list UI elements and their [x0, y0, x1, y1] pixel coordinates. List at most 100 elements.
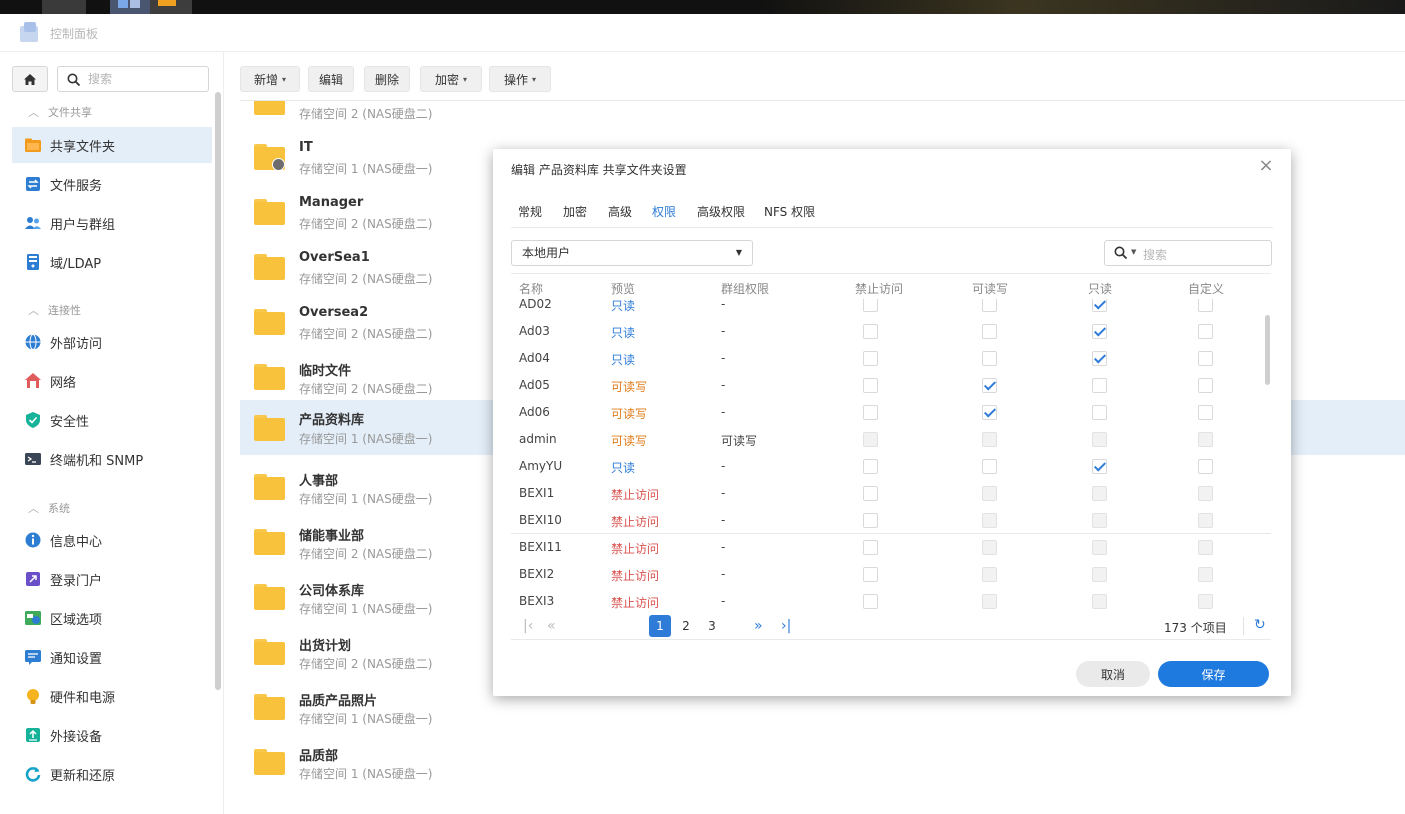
tab-general[interactable]: 常规: [518, 203, 542, 220]
custom-checkbox[interactable]: [1198, 459, 1213, 474]
col-read-only[interactable]: 只读: [1088, 280, 1112, 297]
read-only-checkbox[interactable]: [1092, 324, 1107, 339]
read-write-checkbox[interactable]: [982, 378, 997, 393]
tab-permissions[interactable]: 权限: [652, 203, 676, 220]
no-access-checkbox[interactable]: [863, 405, 878, 420]
section-connectivity[interactable]: ︿ 连接性: [28, 302, 81, 318]
save-button[interactable]: 保存: [1158, 661, 1269, 687]
custom-checkbox[interactable]: [1198, 540, 1213, 555]
sidebar-item-update-restore[interactable]: 更新和还原: [12, 756, 212, 792]
no-access-checkbox[interactable]: [863, 540, 878, 555]
folder-row[interactable]: 存储空间 2 (NAS硬盘二): [240, 101, 1405, 130]
custom-checkbox[interactable]: [1198, 432, 1213, 447]
col-read-write[interactable]: 可读写: [972, 280, 1008, 297]
sidebar-item-external-access[interactable]: 外部访问: [12, 324, 212, 360]
read-only-checkbox[interactable]: [1092, 459, 1107, 474]
edit-button[interactable]: 编辑: [308, 66, 354, 92]
prev-page-icon[interactable]: «: [547, 615, 556, 637]
read-write-checkbox[interactable]: [982, 299, 997, 312]
custom-checkbox[interactable]: [1198, 324, 1213, 339]
no-access-checkbox[interactable]: [863, 324, 878, 339]
no-access-checkbox[interactable]: [863, 594, 878, 609]
col-name[interactable]: 名称: [519, 280, 543, 297]
last-page-icon[interactable]: ›|: [781, 615, 791, 637]
read-write-checkbox[interactable]: [982, 405, 997, 420]
tab-nfs-permissions[interactable]: NFS 权限: [764, 203, 815, 220]
no-access-checkbox[interactable]: [863, 351, 878, 366]
taskbar-app-grid-icon[interactable]: [42, 0, 86, 14]
sidebar-search[interactable]: [57, 66, 209, 92]
read-only-checkbox[interactable]: [1092, 405, 1107, 420]
no-access-checkbox[interactable]: [863, 459, 878, 474]
permission-search[interactable]: ▼ 搜索: [1104, 240, 1272, 266]
no-access-checkbox[interactable]: [863, 299, 878, 312]
no-access-checkbox[interactable]: [863, 513, 878, 528]
page-1[interactable]: 1: [649, 615, 671, 637]
read-write-checkbox[interactable]: [982, 351, 997, 366]
read-write-checkbox[interactable]: [982, 513, 997, 528]
sidebar-item-file-services[interactable]: 文件服务: [12, 166, 212, 202]
read-write-checkbox[interactable]: [982, 432, 997, 447]
sidebar-item-info-center[interactable]: 信息中心: [12, 522, 212, 558]
read-only-checkbox[interactable]: [1092, 594, 1107, 609]
page-3[interactable]: 3: [701, 615, 723, 637]
encrypt-button[interactable]: 加密 ▾: [420, 66, 482, 92]
sidebar-scrollbar[interactable]: [215, 92, 221, 690]
folder-row[interactable]: 品质部 存储空间 1 (NAS硬盘一): [240, 735, 1405, 790]
no-access-checkbox[interactable]: [863, 567, 878, 582]
sidebar-item-notification[interactable]: 通知设置: [12, 639, 212, 675]
read-write-checkbox[interactable]: [982, 567, 997, 582]
read-write-checkbox[interactable]: [982, 486, 997, 501]
col-custom[interactable]: 自定义: [1188, 280, 1224, 297]
tab-advanced-permissions[interactable]: 高级权限: [697, 203, 745, 220]
col-group-permission[interactable]: 群组权限: [721, 280, 769, 297]
sidebar-item-network[interactable]: 网络: [12, 363, 212, 399]
first-page-icon[interactable]: |‹: [523, 615, 533, 637]
col-preview[interactable]: 预览: [611, 280, 635, 297]
sidebar-search-input[interactable]: [88, 71, 198, 87]
tab-advanced[interactable]: 高级: [608, 203, 632, 220]
delete-button[interactable]: 删除: [364, 66, 410, 92]
sidebar-item-domain-ldap[interactable]: 域/LDAP: [12, 244, 212, 280]
cancel-button[interactable]: 取消: [1076, 661, 1150, 687]
custom-checkbox[interactable]: [1198, 351, 1213, 366]
home-button[interactable]: [12, 66, 48, 92]
no-access-checkbox[interactable]: [863, 432, 878, 447]
read-only-checkbox[interactable]: [1092, 378, 1107, 393]
no-access-checkbox[interactable]: [863, 378, 878, 393]
read-only-checkbox[interactable]: [1092, 513, 1107, 528]
read-write-checkbox[interactable]: [982, 324, 997, 339]
tab-encryption[interactable]: 加密: [563, 203, 587, 220]
close-icon[interactable]: ×: [1257, 157, 1275, 175]
custom-checkbox[interactable]: [1198, 513, 1213, 528]
user-type-select[interactable]: 本地用户 ▼: [511, 240, 753, 266]
custom-checkbox[interactable]: [1198, 378, 1213, 393]
sidebar-item-external-devices[interactable]: 外接设备: [12, 717, 212, 753]
taskbar-file-station-icon[interactable]: [150, 0, 192, 14]
custom-checkbox[interactable]: [1198, 567, 1213, 582]
refresh-icon[interactable]: ↻: [1254, 617, 1266, 633]
create-button[interactable]: 新增 ▾: [240, 66, 300, 92]
custom-checkbox[interactable]: [1198, 405, 1213, 420]
read-only-checkbox[interactable]: [1092, 432, 1107, 447]
sidebar-item-regional-options[interactable]: 区域选项: [12, 600, 212, 636]
next-page-icon[interactable]: »: [754, 615, 763, 637]
sidebar-item-hardware-power[interactable]: 硬件和电源: [12, 678, 212, 714]
section-system[interactable]: ︿ 系统: [28, 500, 70, 516]
action-button[interactable]: 操作 ▾: [489, 66, 551, 92]
custom-checkbox[interactable]: [1198, 299, 1213, 312]
read-only-checkbox[interactable]: [1092, 486, 1107, 501]
no-access-checkbox[interactable]: [863, 486, 878, 501]
read-only-checkbox[interactable]: [1092, 540, 1107, 555]
sidebar-item-login-portal[interactable]: 登录门户: [12, 561, 212, 597]
read-write-checkbox[interactable]: [982, 459, 997, 474]
sidebar-item-terminal-snmp[interactable]: 终端机和 SNMP: [12, 441, 212, 477]
read-write-checkbox[interactable]: [982, 594, 997, 609]
read-only-checkbox[interactable]: [1092, 299, 1107, 312]
section-file-sharing[interactable]: ︿ 文件共享: [28, 104, 92, 120]
sidebar-item-users-groups[interactable]: 用户与群组: [12, 205, 212, 241]
custom-checkbox[interactable]: [1198, 594, 1213, 609]
custom-checkbox[interactable]: [1198, 486, 1213, 501]
read-only-checkbox[interactable]: [1092, 351, 1107, 366]
sidebar-item-security[interactable]: 安全性: [12, 402, 212, 438]
